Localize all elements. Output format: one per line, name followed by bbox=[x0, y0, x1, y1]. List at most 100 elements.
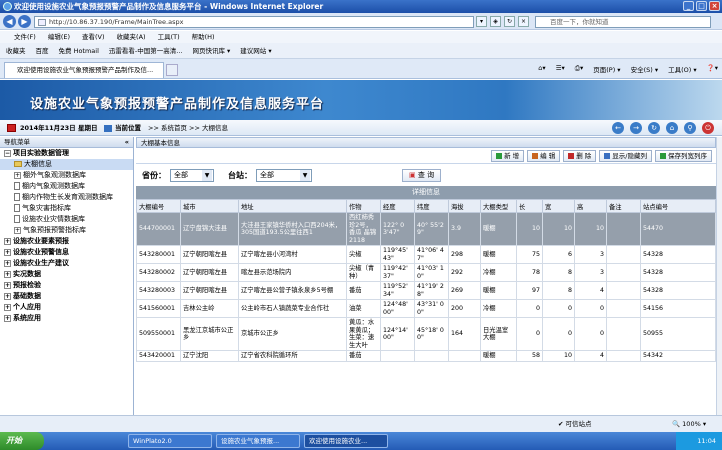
menu-file[interactable]: 文件(F) bbox=[14, 31, 36, 43]
cmd-help[interactable]: ❓▾ bbox=[707, 64, 718, 74]
sidebar-item[interactable]: + 设施农业要素预报 bbox=[0, 236, 133, 247]
table-cell bbox=[606, 350, 641, 362]
cmd-page[interactable]: 页面(P) ▾ bbox=[593, 64, 620, 74]
compat-icon[interactable]: ◈ bbox=[490, 16, 501, 27]
sidebar-item[interactable]: 设施农业灾情数据库 bbox=[0, 214, 133, 225]
print-icon[interactable]: ⎙▾ bbox=[575, 64, 583, 74]
minimize-button[interactable]: _ bbox=[683, 1, 694, 11]
fav-suggested[interactable]: 建议网站 ▾ bbox=[240, 43, 271, 58]
browser-tab[interactable]: 欢迎使用设施农业气象预报预警产品制作及信... bbox=[4, 62, 164, 78]
table-cell: 6 bbox=[542, 245, 575, 264]
sidebar-item[interactable]: + 个人应用 bbox=[0, 302, 133, 313]
column-header[interactable]: 站点编号 bbox=[640, 199, 716, 213]
refresh-icon[interactable]: ↻ bbox=[504, 16, 515, 27]
sidebar-item[interactable]: + 基础数据 bbox=[0, 291, 133, 302]
fav-baidu[interactable]: 百度 bbox=[36, 43, 49, 58]
home-icon[interactable]: ⌂▾ bbox=[538, 64, 545, 74]
column-header[interactable]: 高 bbox=[574, 199, 607, 213]
stop-icon[interactable]: × bbox=[518, 16, 529, 27]
sidebar-item[interactable]: + 系统应用 bbox=[0, 313, 133, 324]
table-row[interactable]: 541560001 吉林公主岭 公主岭市石人镇蔬菜专业合作社 油菜 124°48' 00… bbox=[136, 299, 716, 318]
new-tab-button[interactable] bbox=[166, 64, 178, 76]
sidebar-item[interactable]: + 实况数据 bbox=[0, 269, 133, 280]
column-header[interactable]: 长 bbox=[516, 199, 543, 213]
table-row[interactable]: 543280001 辽宁朝阳喀左县 辽宁喀左县小河湾村 尖椒 119°45' 43" 41… bbox=[136, 245, 716, 264]
table-row[interactable]: 543280003 辽宁朝阳喀左县 辽宁喀左县公营子镇永泉乡5号棚 番茄 119°52'… bbox=[136, 281, 716, 300]
table-row[interactable]: 543420001 辽宁沈阳 辽宁省农科院循环所 番茄 暖棚 58 10 4 54342 bbox=[136, 350, 716, 362]
task-document[interactable]: 设施农业气象预报... bbox=[216, 434, 300, 448]
favorites-button[interactable]: 收藏夹 bbox=[6, 43, 26, 58]
document-icon bbox=[14, 215, 20, 223]
cmd-tools[interactable]: 工具(O) ▾ bbox=[668, 64, 697, 74]
column-header[interactable]: 大棚编号 bbox=[136, 199, 181, 213]
save-layout-button[interactable]: 保存列宽列序 bbox=[655, 150, 712, 162]
delete-button[interactable]: 删 除 bbox=[563, 150, 597, 162]
search-input[interactable]: 百度一下，你就知道 bbox=[535, 16, 711, 28]
column-header[interactable]: 城市 bbox=[180, 199, 239, 213]
taskbar: 开始 WinPlato2.0 设施农业气象预报... 欢迎使用设施农业... 1… bbox=[0, 432, 722, 450]
sidebar-item[interactable]: − 项目实验数据管理 bbox=[0, 148, 133, 159]
sidebar-item[interactable]: + 预报检验 bbox=[0, 280, 133, 291]
toggle-columns-button[interactable]: 显示/隐藏列 bbox=[599, 150, 652, 162]
task-winplato[interactable]: WinPlato2.0 bbox=[128, 434, 212, 448]
sidebar-item[interactable]: 气象灾害指标库 bbox=[0, 203, 133, 214]
sidebar-item[interactable]: + 设施农业生产建议 bbox=[0, 258, 133, 269]
maximize-button[interactable]: □ bbox=[696, 1, 707, 11]
sidebar-item[interactable]: + 设施农业预警信息 bbox=[0, 247, 133, 258]
nav-back-icon[interactable]: ← bbox=[612, 122, 624, 134]
sidebar-item[interactable]: 棚内气象观测数据库 bbox=[0, 181, 133, 192]
column-header[interactable]: 作物 bbox=[346, 199, 381, 213]
feed-icon[interactable]: ☰▾ bbox=[556, 64, 565, 74]
table-cell bbox=[380, 350, 415, 362]
column-header[interactable]: 经度 bbox=[380, 199, 415, 213]
fav-webslice[interactable]: 网页快讯库 ▾ bbox=[192, 43, 230, 58]
column-header[interactable]: 备注 bbox=[606, 199, 641, 213]
column-header[interactable]: 纬度 bbox=[414, 199, 449, 213]
collapse-icon[interactable]: « bbox=[125, 137, 129, 148]
column-header[interactable]: 大棚类型 bbox=[480, 199, 517, 213]
forward-icon[interactable]: ▶ bbox=[18, 15, 31, 28]
zoom-level[interactable]: 🔍 100% ▾ bbox=[672, 416, 706, 432]
start-button[interactable]: 开始 bbox=[0, 432, 44, 450]
fav-xunlei[interactable]: 迅雷看看-中国第一高清... bbox=[109, 43, 183, 58]
nav-refresh-icon[interactable]: ↻ bbox=[648, 122, 660, 134]
menu-view[interactable]: 查看(V) bbox=[82, 31, 105, 43]
sidebar-item[interactable]: 大棚信息 bbox=[0, 159, 133, 170]
expand-node-icon: + bbox=[14, 171, 21, 179]
station-select[interactable]: 全部 bbox=[256, 168, 312, 182]
column-header[interactable]: 海拔 bbox=[448, 199, 481, 213]
back-icon[interactable]: ◀ bbox=[3, 15, 16, 28]
nav-exit-icon[interactable]: ⏻ bbox=[702, 122, 714, 134]
task-browser[interactable]: 欢迎使用设施农业... bbox=[304, 434, 388, 448]
url-input[interactable]: http://10.86.37.190/Frame/MainTree.aspx bbox=[34, 16, 474, 28]
table-row[interactable]: 544700001 辽宁盘锦大洼县 大洼县王家镇华侨村入口西204米，305国道19… bbox=[136, 212, 716, 246]
province-select[interactable]: 全部 bbox=[170, 168, 214, 182]
table-cell: 41°19' 28" bbox=[414, 281, 449, 300]
column-header[interactable]: 地址 bbox=[238, 199, 347, 213]
menu-favorites[interactable]: 收藏夹(A) bbox=[117, 31, 146, 43]
edit-button[interactable]: 编 辑 bbox=[527, 150, 561, 162]
scrollbar[interactable] bbox=[716, 137, 722, 415]
nav-search-icon[interactable]: ⚲ bbox=[684, 122, 696, 134]
nav-home-icon[interactable]: ⌂ bbox=[666, 122, 678, 134]
table-row[interactable]: 543280002 辽宁朝阳喀左县 喀左县示范场院内 尖椒（青种） 119°42' 37… bbox=[136, 263, 716, 282]
fav-hotmail[interactable]: 免费 Hotmail bbox=[59, 43, 99, 58]
add-button[interactable]: 新 增 bbox=[491, 150, 525, 162]
menu-help[interactable]: 帮助(H) bbox=[192, 31, 215, 43]
table-row[interactable]: 509550001 黑龙江京城市公正乡 京城市公正乡 黄瓜：水果黄瓜；生菜：速生大叶 1… bbox=[136, 317, 716, 351]
nav-forward-icon[interactable]: → bbox=[630, 122, 642, 134]
query-button[interactable]: ▣ 查 询 bbox=[402, 168, 442, 182]
favorites-bar: 收藏夹 百度 免费 Hotmail 迅雷看看-中国第一高清... 网页快讯库 ▾… bbox=[0, 43, 722, 59]
sidebar-item[interactable]: + 棚外气象观测数据库 bbox=[0, 170, 133, 181]
cmd-safety[interactable]: 安全(S) ▾ bbox=[631, 64, 659, 74]
sidebar-item[interactable]: + 气象预报预警指标库 bbox=[0, 225, 133, 236]
menu-edit[interactable]: 编辑(E) bbox=[48, 31, 70, 43]
column-header[interactable]: 宽 bbox=[542, 199, 575, 213]
sidebar-item[interactable]: 棚内作物生长发育观测数据库 bbox=[0, 192, 133, 203]
menu-tools[interactable]: 工具(T) bbox=[158, 31, 180, 43]
table-cell: 543420001 bbox=[136, 350, 181, 362]
close-button[interactable]: × bbox=[709, 1, 720, 11]
expand-node-icon: + bbox=[4, 259, 11, 267]
dropdown-icon[interactable]: ▾ bbox=[476, 16, 487, 27]
table-cell bbox=[606, 263, 641, 282]
